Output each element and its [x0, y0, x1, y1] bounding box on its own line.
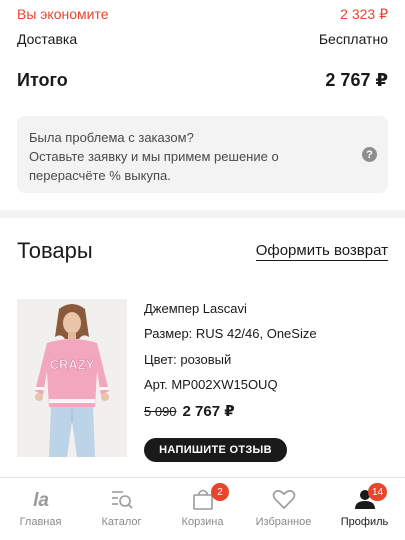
order-problem-line1: Была проблема с заказом? [29, 130, 194, 145]
tab-profile[interactable]: 14 Профиль [324, 478, 405, 540]
product-size: Размер: RUS 42/46, OneSize [144, 326, 317, 341]
product-image[interactable]: CRAZY [17, 299, 127, 457]
order-problem-card[interactable]: Была проблема с заказом? Оставьте заявку… [17, 116, 388, 193]
la-logo-icon: la [28, 486, 54, 512]
product-name[interactable]: Джемпер Lascavi [144, 301, 247, 316]
order-problem-text: Была проблема с заказом? Оставьте заявку… [29, 128, 329, 185]
goods-section-title: Товары [17, 238, 93, 263]
profile-badge: 14 [368, 483, 388, 501]
product-old-price: 5 090 [144, 404, 177, 419]
total-row: Итого 2 767 ₽ [17, 68, 388, 92]
product-color: Цвет: розовый [144, 352, 232, 367]
write-review-button[interactable]: НАПИШИТЕ ОТЗЫВ [144, 438, 287, 462]
savings-row: Вы экономите 2 323 ₽ [17, 4, 388, 24]
svg-text:la: la [33, 490, 49, 510]
help-icon[interactable]: ? [362, 147, 377, 162]
tab-catalog-label: Каталог [101, 516, 142, 528]
section-divider [0, 210, 405, 218]
heart-icon [271, 486, 297, 512]
total-value: 2 767 ₽ [325, 69, 388, 90]
return-order-link[interactable]: Оформить возврат [255, 242, 388, 261]
delivery-row: Доставка Бесплатно [17, 29, 388, 49]
tab-catalog[interactable]: Каталог [81, 478, 162, 540]
order-problem-line2: Оставьте заявку и мы примем решение о [29, 149, 279, 164]
order-problem-line3: перерасчёте % выкупа. [29, 168, 171, 183]
product-sku: Арт. MP002XW15OUQ [144, 377, 278, 392]
bottom-tab-bar: la Главная Каталог 2 Корзина Избранное 1… [0, 477, 405, 540]
product-photo-illustration: CRAZY [17, 299, 127, 457]
total-label: Итого [17, 69, 68, 90]
savings-label: Вы экономите [17, 6, 109, 22]
tab-home[interactable]: la Главная [0, 478, 81, 540]
delivery-value: Бесплатно [318, 31, 388, 47]
catalog-search-icon [109, 486, 135, 512]
delivery-label: Доставка [17, 31, 78, 47]
product-new-price: 2 767 ₽ [182, 403, 235, 420]
tab-home-label: Главная [19, 516, 62, 528]
product-prices: 5 090 2 767 ₽ [144, 402, 235, 420]
tab-favorites[interactable]: Избранное [243, 478, 324, 540]
tab-cart[interactable]: 2 Корзина [162, 478, 243, 540]
cart-badge: 2 [211, 483, 229, 501]
sweater-print-text: CRAZY [50, 357, 95, 372]
tab-profile-label: Профиль [340, 516, 389, 528]
tab-favorites-label: Избранное [255, 516, 312, 528]
tab-cart-label: Корзина [181, 516, 224, 528]
savings-value: 2 323 ₽ [340, 5, 388, 22]
